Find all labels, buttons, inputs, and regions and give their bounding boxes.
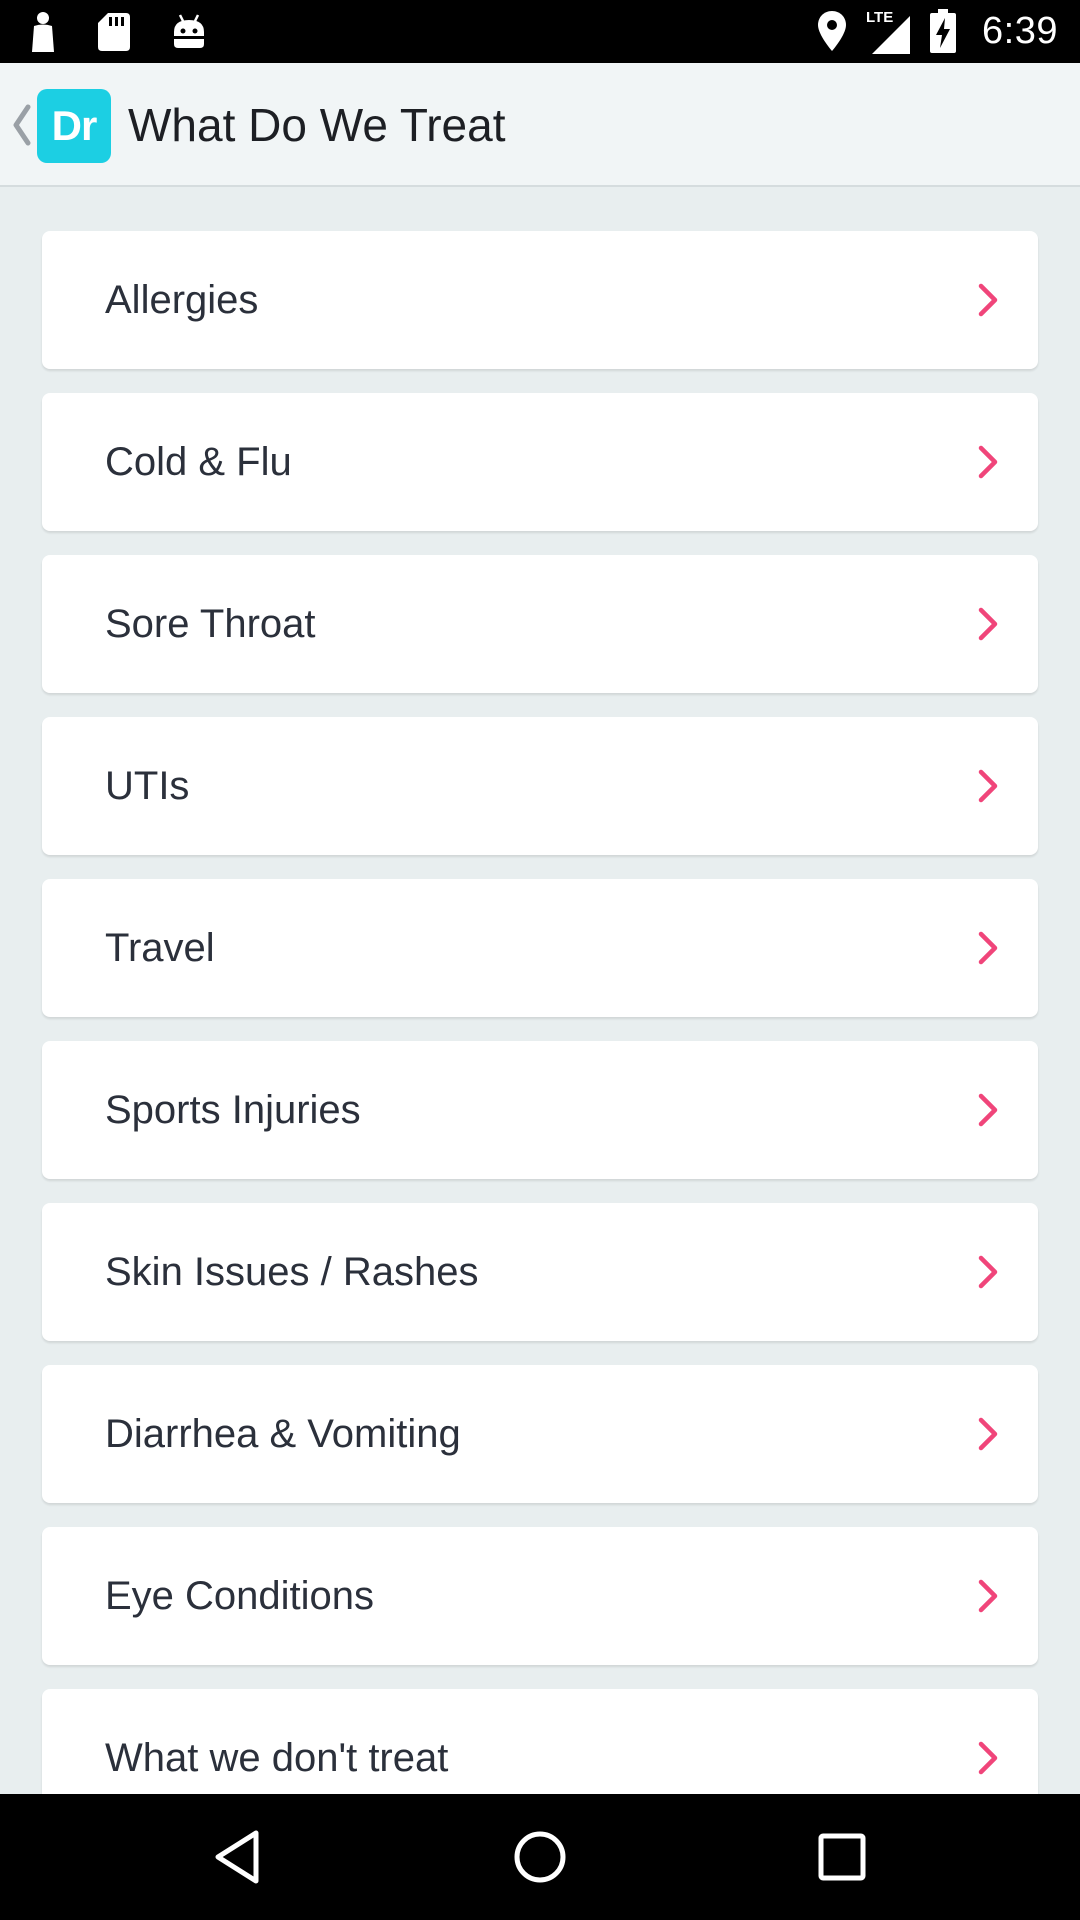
condition-list: Allergies Cold & Flu Sore Throat UTIs Travel… <box>0 189 1080 1794</box>
list-item[interactable]: What we don't treat <box>42 1689 1038 1794</box>
list-item[interactable]: Skin Issues / Rashes <box>42 1203 1038 1341</box>
list-item-label: Skin Issues / Rashes <box>105 1250 479 1294</box>
list-item-label: What we don't treat <box>105 1736 449 1780</box>
nav-back-button[interactable] <box>208 1827 268 1887</box>
list-item[interactable]: Allergies <box>42 231 1038 369</box>
back-chevron-icon[interactable] <box>10 103 34 147</box>
list-item-label: Diarrhea & Vomiting <box>105 1412 461 1456</box>
nav-recents-button[interactable] <box>812 1827 872 1887</box>
list-item[interactable]: Eye Conditions <box>42 1527 1038 1665</box>
app-bar: Dr What Do We Treat <box>0 63 1080 187</box>
chevron-right-icon <box>976 606 1000 642</box>
signal-icon: LTE <box>866 8 911 54</box>
chevron-right-icon <box>976 930 1000 966</box>
status-time: 6:39 <box>982 9 1058 52</box>
list-item[interactable]: Cold & Flu <box>42 393 1038 531</box>
battery-charging-icon <box>930 9 957 53</box>
chevron-right-icon <box>976 282 1000 318</box>
home-icon <box>510 1827 570 1887</box>
back-icon <box>208 1827 268 1887</box>
chevron-right-icon <box>976 1740 1000 1776</box>
person-icon <box>30 12 56 52</box>
sd-card-icon <box>98 13 130 51</box>
nav-home-button[interactable] <box>510 1827 570 1887</box>
status-bar-left <box>30 10 206 54</box>
chevron-right-icon <box>976 444 1000 480</box>
app-logo[interactable]: Dr <box>37 89 111 163</box>
chevron-right-icon <box>976 1416 1000 1452</box>
page-title: What Do We Treat <box>128 99 506 151</box>
chevron-right-icon <box>976 1092 1000 1128</box>
nav-bar <box>0 1794 1080 1920</box>
list-item[interactable]: Travel <box>42 879 1038 1017</box>
svg-text:LTE: LTE <box>866 9 893 26</box>
chevron-right-icon <box>976 1578 1000 1614</box>
android-icon <box>172 14 206 50</box>
list-item-label: Sports Injuries <box>105 1088 361 1132</box>
chevron-right-icon <box>976 1254 1000 1290</box>
status-bar: LTE 6:39 <box>0 0 1080 63</box>
list-item-label: Cold & Flu <box>105 440 292 484</box>
location-icon <box>818 11 847 51</box>
recents-icon <box>812 1827 872 1887</box>
list-item-label: UTIs <box>105 764 190 808</box>
status-bar-right: LTE 6:39 <box>818 8 1058 54</box>
list-item[interactable]: UTIs <box>42 717 1038 855</box>
list-item-label: Sore Throat <box>105 602 316 646</box>
chevron-right-icon <box>976 768 1000 804</box>
list-item-label: Eye Conditions <box>105 1574 375 1618</box>
list-item[interactable]: Sore Throat <box>42 555 1038 693</box>
list-item-label: Allergies <box>105 278 259 322</box>
list-item[interactable]: Sports Injuries <box>42 1041 1038 1179</box>
list-item-label: Travel <box>105 926 215 970</box>
list-item[interactable]: Diarrhea & Vomiting <box>42 1365 1038 1503</box>
